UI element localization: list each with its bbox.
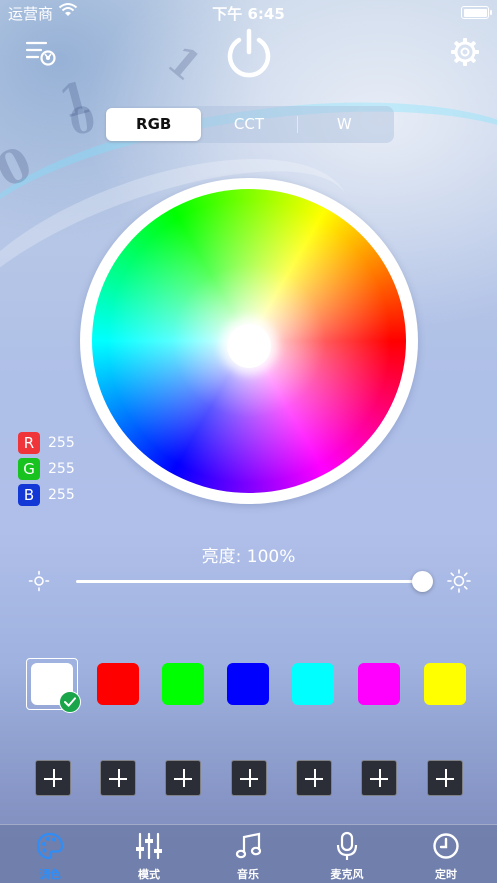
tab-music-label: 音乐 xyxy=(237,868,259,881)
tab-microphone-label: 麦克风 xyxy=(330,868,364,881)
status-bar: 运营商 下午 6:45 xyxy=(0,0,497,24)
power-button[interactable] xyxy=(223,28,275,80)
tab-mode-label: 模式 xyxy=(138,868,160,881)
green-value: 255 xyxy=(48,461,75,477)
add-custom-color-button[interactable] xyxy=(100,760,136,796)
tab-rgb[interactable]: RGB xyxy=(106,108,202,141)
swatch-cyan[interactable] xyxy=(292,663,334,705)
microphone-icon xyxy=(336,831,358,860)
clock-icon xyxy=(433,833,459,859)
bottom-tab-bar: 调色 模式 音乐 麦克风 定时 xyxy=(0,824,497,883)
rgb-row-green: G 255 xyxy=(18,458,75,480)
brightness-slider-thumb[interactable] xyxy=(412,571,433,592)
red-value: 255 xyxy=(48,435,75,451)
add-custom-color-button[interactable] xyxy=(296,760,332,796)
selected-check-icon xyxy=(59,691,81,713)
blue-channel-badge: B xyxy=(18,484,40,506)
swatch-green[interactable] xyxy=(162,663,204,705)
brightness-slider-track[interactable] xyxy=(76,580,422,583)
background-clock-digit: 0 xyxy=(66,98,99,144)
mode-segmented-control: RGB CCT W xyxy=(104,106,394,143)
brightness-low-icon xyxy=(28,570,50,592)
clock-time: 下午 6:45 xyxy=(212,5,285,23)
battery-icon xyxy=(461,6,492,19)
add-custom-color-button[interactable] xyxy=(361,760,397,796)
swatch-yellow[interactable] xyxy=(424,663,466,705)
swatch-magenta[interactable] xyxy=(358,663,400,705)
red-channel-badge: R xyxy=(18,432,40,454)
green-channel-badge: G xyxy=(18,458,40,480)
swatch-red[interactable] xyxy=(97,663,139,705)
music-note-icon xyxy=(235,832,262,859)
tab-color[interactable]: 调色 xyxy=(15,825,85,883)
rgb-row-red: R 255 xyxy=(18,432,75,454)
blue-value: 255 xyxy=(48,487,75,503)
tab-cct[interactable]: CCT xyxy=(201,108,296,141)
device-list-icon[interactable] xyxy=(24,38,58,68)
palette-icon xyxy=(36,832,64,860)
brightness-label: 亮度: 100% xyxy=(201,547,296,567)
background-clock-digit: 1 xyxy=(158,36,210,91)
add-custom-color-button[interactable] xyxy=(231,760,267,796)
tab-timer-label: 定时 xyxy=(435,868,457,881)
sliders-icon xyxy=(136,832,162,860)
tab-timer[interactable]: 定时 xyxy=(411,825,481,883)
tab-microphone[interactable]: 麦克风 xyxy=(312,825,382,883)
swatch-blue[interactable] xyxy=(227,663,269,705)
tab-color-label: 调色 xyxy=(39,868,61,881)
tab-music[interactable]: 音乐 xyxy=(213,825,283,883)
color-picker-handle[interactable] xyxy=(227,324,271,368)
add-custom-color-button[interactable] xyxy=(427,760,463,796)
brightness-high-icon xyxy=(447,569,471,593)
tab-w[interactable]: W xyxy=(296,108,392,141)
rgb-row-blue: B 255 xyxy=(18,484,75,506)
add-custom-color-button[interactable] xyxy=(35,760,71,796)
tab-mode[interactable]: 模式 xyxy=(114,825,184,883)
add-custom-color-button[interactable] xyxy=(165,760,201,796)
settings-gear-icon[interactable] xyxy=(449,36,481,68)
